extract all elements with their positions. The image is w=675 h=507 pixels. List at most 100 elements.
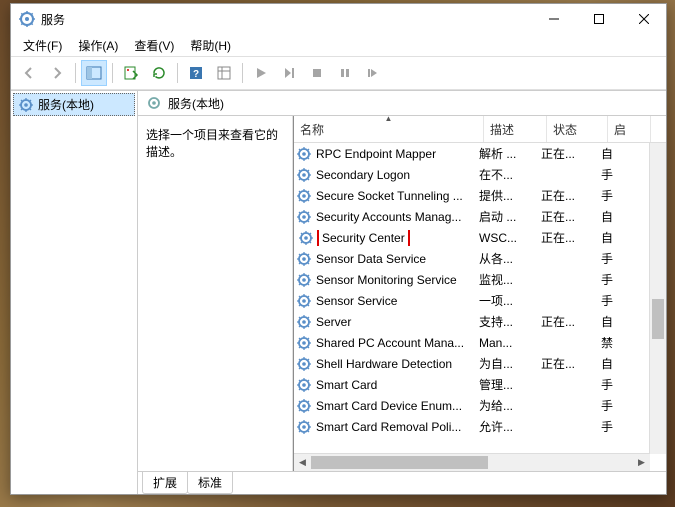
service-status: 正在...: [535, 355, 595, 372]
service-status: 正在...: [535, 313, 595, 330]
service-row[interactable]: Smart Card Removal Poli... 允许... 手: [296, 416, 650, 437]
show-hide-tree-button[interactable]: [81, 60, 107, 86]
service-row[interactable]: RPC Endpoint Mapper解析 ...正在...自: [296, 143, 650, 164]
column-status[interactable]: 状态: [547, 116, 608, 142]
pause-service-button: [332, 60, 358, 86]
service-name: Smart Card Device Enum...: [316, 399, 462, 413]
service-desc: Man...: [473, 336, 535, 350]
service-row[interactable]: Security Accounts Manag...启动 ...正在...自: [296, 206, 650, 227]
service-name: Security Center: [320, 231, 407, 245]
stop-service-button: [304, 60, 330, 86]
horizontal-scrollbar[interactable]: ◀ ▶: [294, 453, 650, 471]
service-row[interactable]: Sensor Service一项...手: [296, 290, 650, 311]
tree-item-services-local[interactable]: 服务(本地): [13, 93, 135, 116]
tab-standard[interactable]: 标准: [187, 472, 233, 494]
scroll-right-icon[interactable]: ▶: [633, 454, 650, 471]
column-headers: 名称▲ 描述 状态 启: [294, 116, 666, 143]
gear-icon: [296, 209, 312, 225]
toolbar: ?: [11, 56, 666, 90]
gear-icon: [296, 398, 312, 414]
service-name: Smart Card: [316, 378, 377, 392]
service-row[interactable]: Security Center WSC...正在...自: [296, 227, 650, 248]
service-status: 正在...: [535, 145, 595, 162]
service-startup: 手: [595, 418, 637, 435]
service-row[interactable]: Smart Card管理...手: [296, 374, 650, 395]
service-desc: WSC...: [473, 231, 535, 245]
svg-text:?: ?: [193, 69, 199, 80]
service-row[interactable]: Shared PC Account Mana... Man... 禁: [296, 332, 650, 353]
gear-icon: [296, 293, 312, 309]
service-name: Security Accounts Manag...: [316, 210, 461, 224]
refresh-button[interactable]: [146, 60, 172, 86]
service-startup: 自: [595, 208, 637, 225]
service-startup: 手: [595, 166, 637, 183]
help-button[interactable]: ?: [183, 60, 209, 86]
gear-icon: [296, 251, 312, 267]
close-button[interactable]: [621, 5, 666, 34]
gear-icon: [296, 272, 312, 288]
service-row[interactable]: Secure Socket Tunneling ...提供...正在...手: [296, 185, 650, 206]
service-row[interactable]: Sensor Monitoring Service监视...手: [296, 269, 650, 290]
scroll-left-icon[interactable]: ◀: [294, 454, 311, 471]
description-prompt: 选择一个项目来查看它的描述。: [146, 128, 278, 159]
minimize-button[interactable]: [531, 5, 576, 34]
service-startup: 自: [595, 355, 637, 372]
menubar: 文件(F) 操作(A) 查看(V) 帮助(H): [11, 34, 666, 56]
properties-button[interactable]: [211, 60, 237, 86]
menu-view[interactable]: 查看(V): [126, 35, 182, 56]
tree-item-label: 服务(本地): [38, 96, 94, 113]
service-desc: 为给...: [473, 397, 535, 414]
service-startup: 自: [595, 229, 637, 246]
vertical-scrollbar[interactable]: [649, 143, 666, 454]
service-name: Shell Hardware Detection: [316, 357, 452, 371]
scrollbar-thumb[interactable]: [311, 456, 488, 469]
service-row[interactable]: Server 支持...正在...自: [296, 311, 650, 332]
service-desc: 监视...: [473, 271, 535, 288]
service-name: Smart Card Removal Poli...: [316, 420, 461, 434]
service-status: 正在...: [535, 229, 595, 246]
gear-icon: [296, 188, 312, 204]
gear-icon: [296, 356, 312, 372]
service-desc: 从各...: [473, 250, 535, 267]
menu-file[interactable]: 文件(F): [15, 35, 70, 56]
start-service-button: [248, 60, 274, 86]
service-desc: 一项...: [473, 292, 535, 309]
service-row[interactable]: Smart Card Device Enum...为给...手: [296, 395, 650, 416]
column-name[interactable]: 名称▲: [294, 116, 484, 142]
menu-help[interactable]: 帮助(H): [182, 35, 239, 56]
forward-button: [44, 60, 70, 86]
service-desc: 在不...: [473, 166, 535, 183]
window-title: 服务: [41, 11, 531, 28]
service-name: Server: [316, 315, 351, 329]
scrollbar-thumb[interactable]: [652, 299, 664, 339]
tab-extended[interactable]: 扩展: [142, 472, 188, 494]
column-startup[interactable]: 启: [608, 116, 651, 142]
service-desc: 提供...: [473, 187, 535, 204]
service-desc: 解析 ...: [473, 145, 535, 162]
service-name: Sensor Monitoring Service: [316, 273, 457, 287]
titlebar[interactable]: 服务: [11, 4, 666, 34]
service-row[interactable]: Sensor Data Service从各...手: [296, 248, 650, 269]
menu-action[interactable]: 操作(A): [70, 35, 126, 56]
export-button[interactable]: [118, 60, 144, 86]
details-pane: 服务(本地) 选择一个项目来查看它的描述。 名称▲ 描述 状态 启 RPC En…: [138, 91, 666, 494]
service-row[interactable]: Shell Hardware Detection为自...正在...自: [296, 353, 650, 374]
service-desc: 允许...: [473, 418, 535, 435]
tree-pane: 服务(本地): [11, 91, 138, 494]
step-button: [276, 60, 302, 86]
description-panel: 选择一个项目来查看它的描述。: [138, 116, 294, 471]
service-startup: 禁: [595, 334, 637, 351]
service-name: Sensor Data Service: [316, 252, 426, 266]
back-button: [16, 60, 42, 86]
details-header-title: 服务(本地): [168, 95, 224, 112]
service-desc: 管理...: [473, 376, 535, 393]
maximize-button[interactable]: [576, 5, 621, 34]
service-list: 名称▲ 描述 状态 启 RPC Endpoint Mapper解析 ...正在.…: [294, 116, 666, 471]
column-description[interactable]: 描述: [484, 116, 547, 142]
service-name: Secure Socket Tunneling ...: [316, 189, 463, 203]
service-row[interactable]: Secondary Logon在不...手: [296, 164, 650, 185]
service-name: Shared PC Account Mana...: [316, 336, 464, 350]
service-desc: 支持...: [473, 313, 535, 330]
service-name: RPC Endpoint Mapper: [316, 147, 436, 161]
service-startup: 自: [595, 313, 637, 330]
